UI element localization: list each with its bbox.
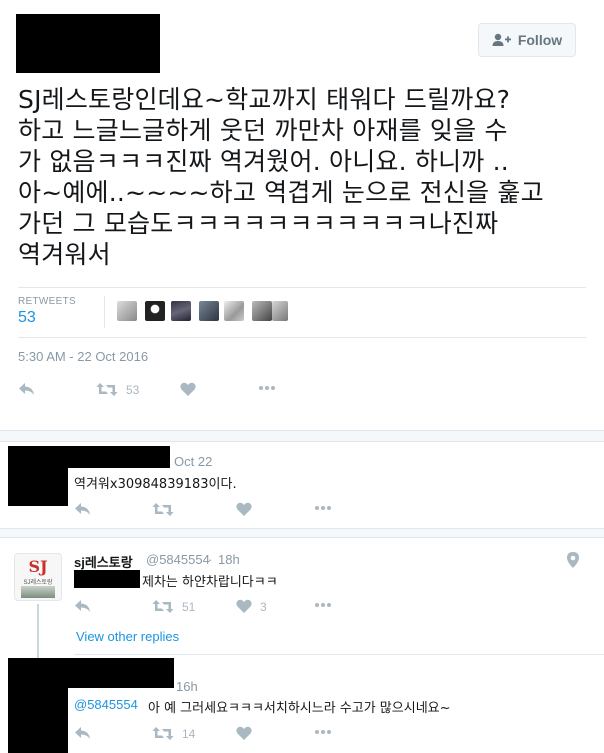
more-button[interactable] [258,386,276,390]
follow-icon [492,33,511,46]
author-avatar[interactable]: SJ SJ레스토랑 [14,553,62,601]
retweeter-avatar[interactable] [199,301,219,321]
stats-bottom-divider [18,337,586,338]
stats-divider [104,296,105,328]
retweeter-avatar[interactable] [171,301,191,321]
location-pin-icon[interactable] [567,552,579,573]
retweet-count: 51 [182,599,196,614]
follow-button[interactable]: Follow [478,23,576,57]
tweet-text: SJ레스토랑인데요~학교까지 태워다 드릴까요? 하고 느글느글하게 웃던 까만… [18,85,544,269]
reply-time[interactable]: 16h [176,679,198,694]
author-handle[interactable]: @5845554 [146,552,210,567]
like-count: 3 [260,599,267,614]
redacted-reply-avatar [8,446,68,506]
reply-date[interactable]: Oct 22 [174,454,212,469]
heart-icon [236,726,252,740]
like-button[interactable] [180,382,196,397]
reply-button[interactable] [74,726,92,741]
tweet-timestamp[interactable]: 5:30 AM - 22 Oct 2016 [18,349,148,364]
more-icon [314,730,332,734]
retweets-count[interactable]: 53 [18,309,36,327]
heart-icon [236,599,252,613]
author-name[interactable]: sj레스토랑 [74,552,133,571]
retweeter-avatar[interactable] [252,301,272,321]
reply-divider [74,654,604,655]
retweet-icon [152,503,174,516]
reply-text: 아 예 그러세요ㅋㅋㅋ서치하시느라 수고가 많으시네요~ [148,701,451,716]
more-button[interactable] [314,730,332,734]
reply-time[interactable]: 18h [218,552,240,567]
retweets-label: RETWEETS [18,296,76,307]
like-button[interactable]: 3 [236,599,267,614]
redacted-avatar-name [16,14,160,73]
redacted-mention [74,570,140,588]
heart-icon [236,502,252,516]
reply-button[interactable] [18,382,36,397]
reply-separator-dot: · [208,552,213,567]
avatar-logo: SJ [28,557,48,576]
retweet-count: 14 [182,726,196,741]
view-other-replies-link[interactable]: View other replies [76,629,179,644]
thread-connector [37,604,39,658]
more-icon [314,506,332,510]
reply-separator [0,528,604,538]
follow-label: Follow [517,32,563,48]
retweet-count: 53 [126,382,140,397]
more-button[interactable] [314,506,332,510]
retweet-button[interactable]: 51 [152,599,195,614]
reply-button[interactable] [74,599,92,614]
stats-top-divider [18,287,586,288]
retweeter-avatar[interactable] [117,301,137,321]
retweeter-avatar[interactable] [272,301,288,321]
retweet-icon [152,600,174,613]
reply-mention[interactable]: @5845554 [74,697,138,712]
more-button[interactable] [314,603,332,607]
avatar-photo [21,586,55,598]
like-button[interactable] [236,726,252,741]
like-button[interactable] [236,502,252,517]
reply-icon [75,600,90,612]
heart-icon [180,382,196,396]
conversation-separator [0,430,604,442]
retweet-button[interactable]: 14 [152,726,195,741]
reply-text: 역겨워x30984839183이다. [74,477,237,492]
retweet-icon [152,727,174,740]
retweeter-avatar[interactable] [145,301,165,321]
retweet-button[interactable] [152,502,174,517]
more-icon [314,603,332,607]
more-icon [258,386,276,390]
reply-button[interactable] [74,502,92,517]
redacted-reply-avatar [8,658,68,753]
avatar-caption: SJ레스토랑 [23,580,53,586]
retweet-icon [96,383,118,396]
reply-icon [19,383,34,395]
retweet-button[interactable]: 53 [96,382,139,397]
retweeter-avatar[interactable] [224,301,244,321]
reply-icon [75,727,90,739]
reply-text: 제차는 하얀차랍니다ㅋㅋ [142,575,278,590]
reply-icon [75,503,90,515]
